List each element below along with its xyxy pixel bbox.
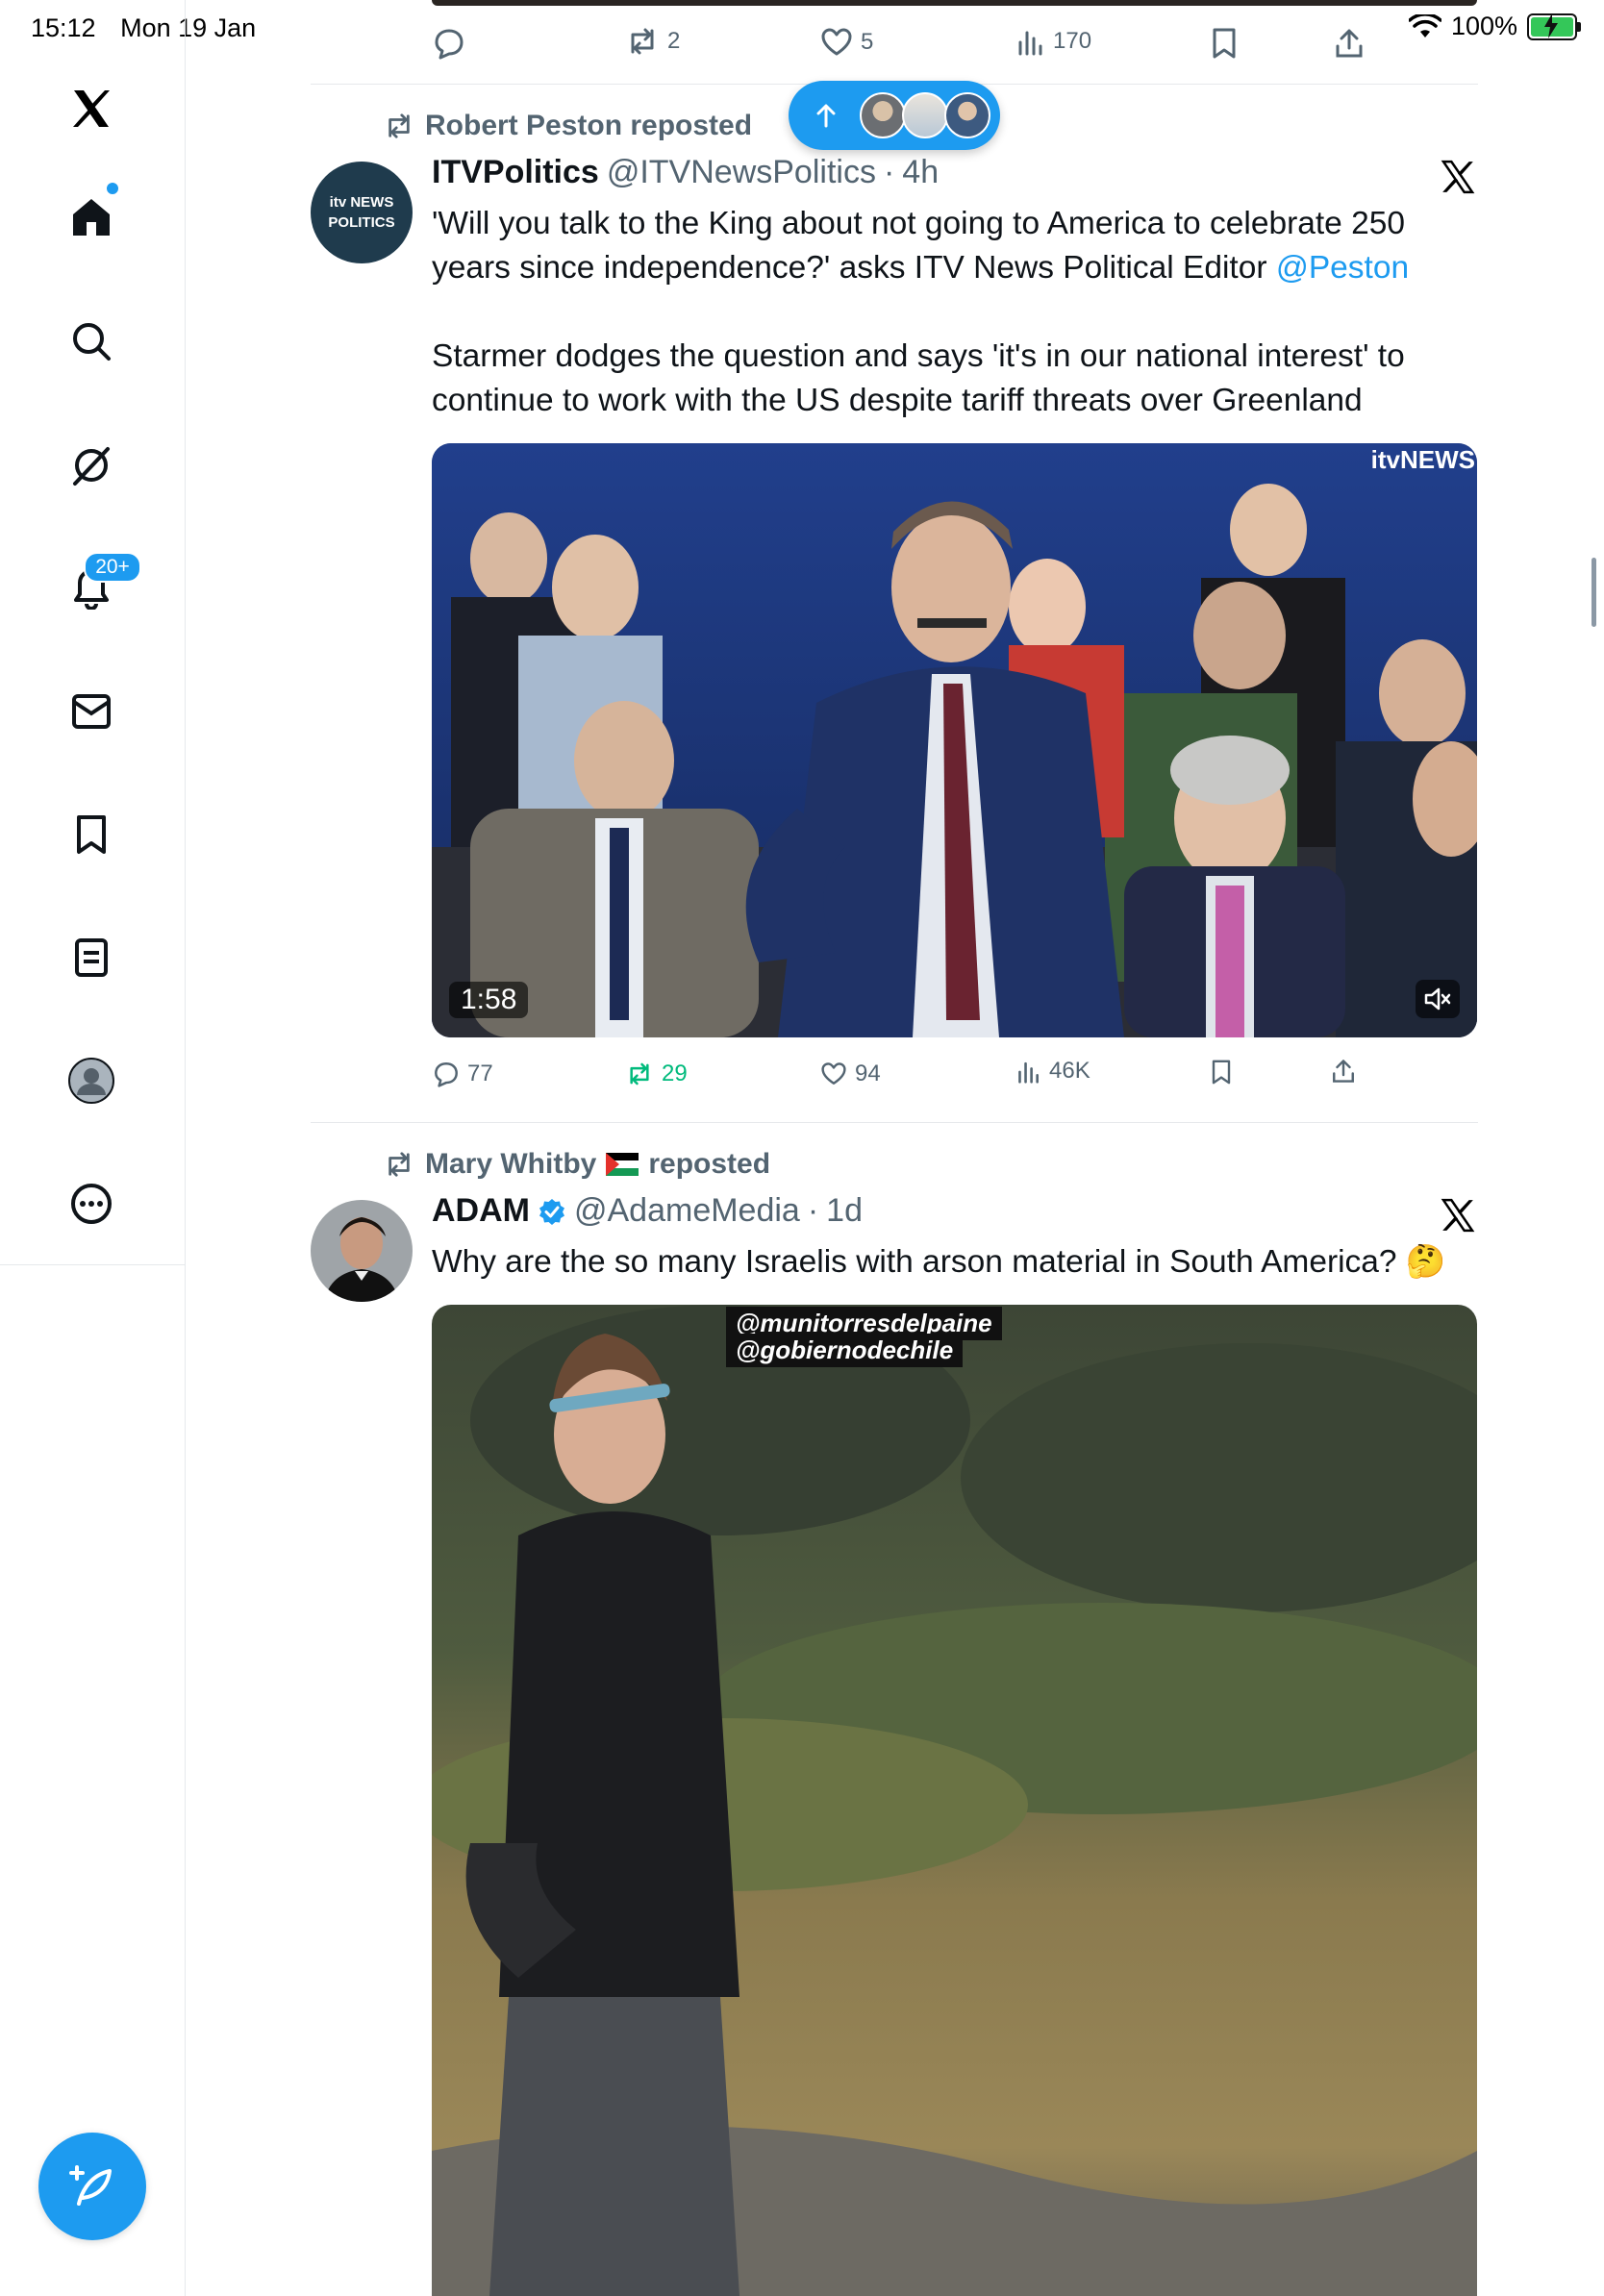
bookmark-button[interactable] xyxy=(1210,1059,1233,1086)
status-bar-right: 100% xyxy=(1408,12,1581,41)
sidebar: 20+ xyxy=(0,0,186,2296)
tweet-text: 'Will you talk to the King about not goi… xyxy=(432,202,1480,423)
reply-icon xyxy=(435,1062,458,1087)
reply-count: 77 xyxy=(467,1061,493,1086)
like-button[interactable]: 5 xyxy=(820,27,873,58)
post-divider xyxy=(311,1122,1478,1123)
scrollbar-indicator[interactable] xyxy=(1591,558,1596,627)
tweet-header: ADAM @AdameMedia · 1d xyxy=(432,1192,863,1230)
views-count: 170 xyxy=(1053,28,1092,54)
repost-attribution-name: Mary Whitby xyxy=(425,1148,597,1180)
pill-avatar xyxy=(944,92,990,138)
views-button[interactable]: 170 xyxy=(1016,27,1091,56)
repost-icon xyxy=(631,28,654,55)
x-logo-icon xyxy=(1441,1198,1475,1233)
profile-avatar-icon xyxy=(66,1056,116,1106)
notification-badge: 20+ xyxy=(84,552,141,583)
video-player[interactable]: itvNEWS 1:58 xyxy=(432,443,1477,1037)
repost-count: 2 xyxy=(667,28,681,54)
verified-badge-icon xyxy=(539,1198,564,1225)
list-icon xyxy=(66,933,116,983)
grok-icon xyxy=(66,440,116,490)
new-posts-pill[interactable] xyxy=(789,81,1000,150)
x-logo-icon xyxy=(1441,160,1475,194)
repost-button[interactable]: 29 xyxy=(625,1061,688,1087)
compose-feather-icon xyxy=(69,2165,112,2206)
heart-icon xyxy=(821,1062,846,1085)
tweet-text-body: Why are the so many Israelis with arson … xyxy=(432,1244,1446,1280)
share-button[interactable] xyxy=(1331,1058,1356,1085)
repost-attribution-suffix: reposted xyxy=(648,1148,771,1180)
avatar-brand-text: itv NEWS xyxy=(329,194,394,211)
repost-button[interactable]: 2 xyxy=(625,27,680,56)
mention-link[interactable]: @Peston xyxy=(1276,250,1409,286)
tweet-text: Why are the so many Israelis with arson … xyxy=(432,1240,1480,1285)
wifi-icon xyxy=(1408,13,1441,37)
home-unread-dot xyxy=(105,181,120,196)
dot-separator: · xyxy=(807,1192,819,1229)
previous-post-media-edge xyxy=(432,0,1477,6)
repost-attribution-text: Robert Peston reposted xyxy=(425,110,753,141)
share-button[interactable] xyxy=(1334,27,1365,60)
reply-button[interactable] xyxy=(433,27,465,60)
tweet-text-body: 'Will you talk to the King about not goi… xyxy=(432,206,1406,286)
repost-attribution[interactable]: Robert Peston reposted xyxy=(383,110,752,142)
reply-icon xyxy=(435,29,464,60)
video-thumbnail xyxy=(432,443,1477,1037)
bookmark-icon xyxy=(1213,28,1236,59)
bookmark-icon xyxy=(66,810,116,860)
battery-percent: 100% xyxy=(1450,12,1517,40)
reply-button[interactable]: 77 xyxy=(433,1061,493,1087)
like-count: 5 xyxy=(861,29,874,55)
bookmark-icon xyxy=(1212,1060,1231,1085)
sidebar-divider xyxy=(0,1264,185,1265)
repost-attribution[interactable]: Mary Whitby reposted xyxy=(383,1148,770,1181)
views-count: 46K xyxy=(1049,1058,1090,1084)
post-time[interactable]: 1d xyxy=(826,1192,863,1230)
video-duration: 1:58 xyxy=(449,982,529,1018)
mail-icon xyxy=(66,686,116,736)
muted-speaker-icon xyxy=(1424,987,1451,1011)
author-name[interactable]: ADAM xyxy=(432,1192,530,1230)
repost-icon xyxy=(388,113,410,138)
views-button[interactable]: 46K xyxy=(1016,1058,1090,1085)
battery-icon xyxy=(1527,12,1581,40)
more-circle-icon xyxy=(66,1179,116,1229)
pill-avatar xyxy=(902,92,948,138)
pill-avatar xyxy=(860,92,906,138)
post-time[interactable]: 4h xyxy=(902,154,939,191)
heart-icon xyxy=(821,28,852,56)
search-icon xyxy=(66,316,116,366)
share-icon xyxy=(1336,29,1363,58)
views-chart-icon xyxy=(1018,31,1042,56)
author-handle[interactable]: @AdameMedia xyxy=(574,1192,800,1230)
like-button[interactable]: 94 xyxy=(820,1061,881,1087)
views-chart-icon xyxy=(1018,1061,1039,1084)
repost-icon xyxy=(630,1062,649,1086)
author-name[interactable]: ITVPolitics xyxy=(432,154,599,191)
arrow-up-icon xyxy=(816,104,836,128)
repost-icon xyxy=(388,1152,410,1177)
like-count: 94 xyxy=(855,1061,881,1086)
tweet-header: ITVPolitics @ITVNewsPolitics · 4h xyxy=(432,154,939,191)
compose-post-button[interactable] xyxy=(38,2133,146,2240)
video-thumbnail xyxy=(432,1305,1477,2296)
avatar-brand-subtext: POLITICS xyxy=(328,214,395,231)
home-icon xyxy=(66,192,116,242)
share-icon xyxy=(1333,1060,1354,1083)
bookmark-button[interactable] xyxy=(1210,27,1239,60)
palestine-flag-icon xyxy=(606,1153,639,1176)
video-player[interactable]: @munitorresdelpaine @gobiernodechile xyxy=(432,1305,1477,2296)
video-brand-watermark: itvNEWS xyxy=(1370,445,1475,474)
mute-button[interactable] xyxy=(1416,980,1460,1018)
avatar[interactable]: itv NEWS POLITICS xyxy=(311,162,413,263)
avatar-image xyxy=(311,1200,413,1302)
tweet-text-body: Starmer dodges the question and says 'it… xyxy=(432,338,1405,418)
repost-count: 29 xyxy=(662,1061,688,1086)
video-overlay-tag: @gobiernodechile xyxy=(726,1334,964,1367)
avatar[interactable] xyxy=(311,1200,413,1302)
author-handle[interactable]: @ITVNewsPolitics xyxy=(607,154,876,191)
dot-separator: · xyxy=(883,154,895,190)
